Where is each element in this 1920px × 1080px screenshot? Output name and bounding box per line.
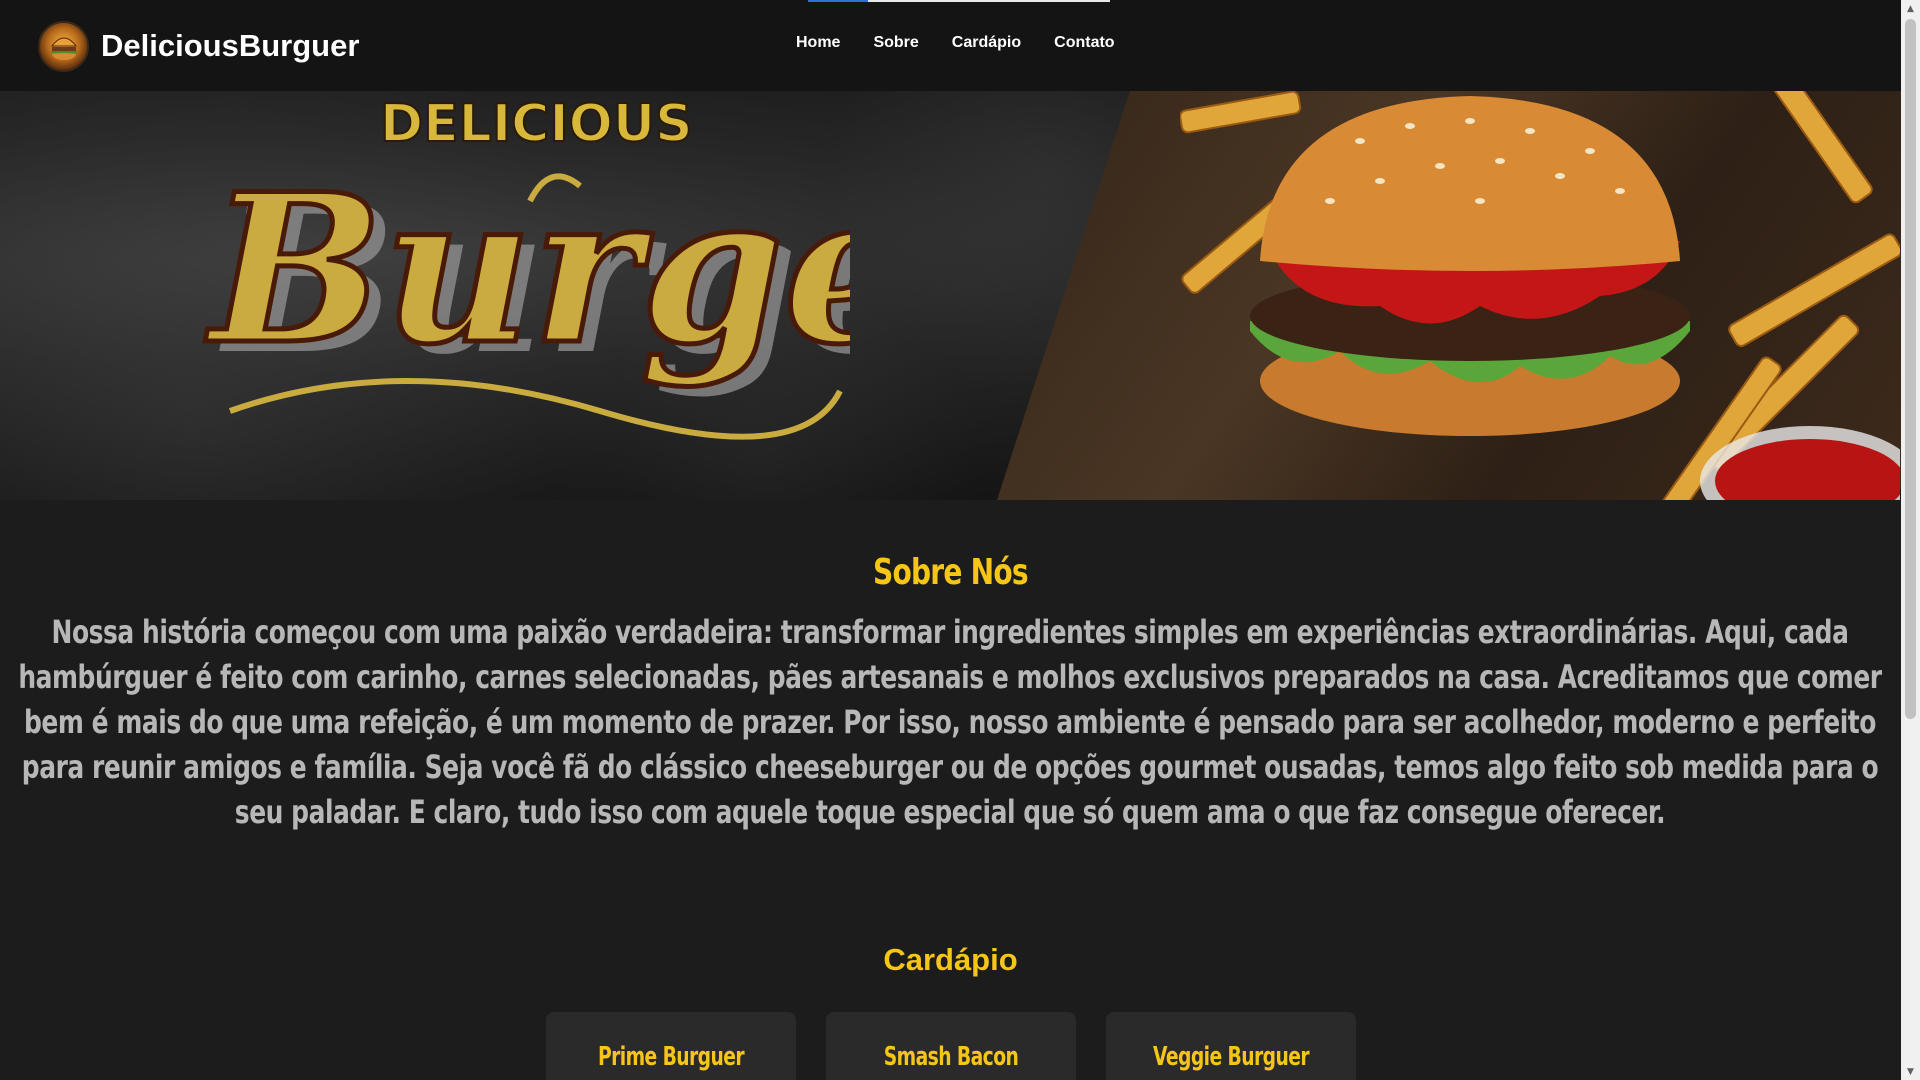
navbar: DeliciousBurguer Home Sobre Cardápio Con… — [0, 0, 1901, 91]
scroll-up-arrow-icon[interactable]: ▲ — [1901, 0, 1920, 17]
nav-link-home[interactable]: Home — [796, 34, 840, 52]
menu-card[interactable]: Prime Burguer — [546, 1012, 796, 1080]
nav-link-cardapio[interactable]: Cardápio — [952, 34, 1021, 52]
scroll-down-arrow-icon[interactable]: ▼ — [1901, 1063, 1920, 1080]
brand-logo-icon — [38, 20, 89, 72]
page-scrollbar[interactable]: ▲ ▼ — [1901, 0, 1920, 1080]
nav-active-indicator — [808, 0, 868, 2]
scroll-thumb[interactable] — [1905, 19, 1916, 719]
menu-card-name: Smash Bacon — [883, 1042, 1019, 1072]
menu-card[interactable]: Smash Bacon — [826, 1012, 1076, 1080]
brand-name: DeliciousBurguer — [101, 28, 360, 63]
menu-card-list: Prime Burguer Smash Bacon Veggie Burguer — [546, 1012, 1386, 1080]
brand[interactable]: DeliciousBurguer — [38, 20, 359, 72]
menu-card-name: Prime Burguer — [597, 1042, 745, 1072]
hero-logo-main-word: Burger — [205, 150, 850, 390]
about-text: Nossa história começou com uma paixão ve… — [18, 610, 1882, 835]
about-paragraph: Nossa história começou com uma paixão ve… — [18, 613, 1882, 831]
page: DeliciousBurguer Home Sobre Cardápio Con… — [0, 0, 1901, 1080]
nav-link-sobre[interactable]: Sobre — [873, 34, 918, 52]
hero-logo-top-word: DELICIOUS — [380, 94, 693, 154]
nav-link-contato[interactable]: Contato — [1054, 34, 1114, 52]
menu-card[interactable]: Veggie Burguer — [1106, 1012, 1356, 1080]
menu-title: Cardápio — [883, 942, 1018, 977]
hero-burger-logo: DELICIOUS Burger Burger — [203, 93, 850, 440]
hero-burger-image — [1180, 91, 1900, 500]
about-title: Sobre Nós — [872, 552, 1029, 593]
hero-banner: DELICIOUS Burger Burger — [0, 91, 1901, 500]
main-nav: Home Sobre Cardápio Contato — [796, 34, 1148, 52]
menu-card-name: Veggie Burguer — [1152, 1042, 1310, 1072]
